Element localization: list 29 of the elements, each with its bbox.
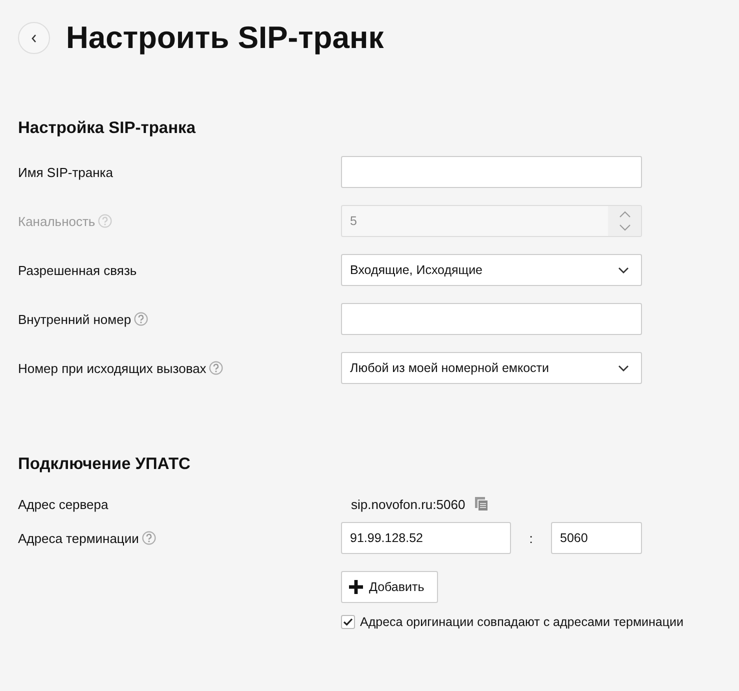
- section-heading: Подключение УПАТС: [18, 454, 192, 474]
- dropdown[interactable]: Входящие, Исходящие: [341, 254, 642, 286]
- port-separator: :: [528, 530, 534, 546]
- text-field[interactable]: [341, 303, 642, 335]
- field-label: Имя SIP-транка: [18, 164, 114, 180]
- field-label: Канальность: [18, 214, 96, 228]
- host-field[interactable]: 91.99.128.52: [341, 522, 511, 554]
- server-address: sip.novofon.ru:5060: [351, 496, 466, 512]
- checkbox[interactable]: [341, 615, 355, 629]
- field-label: Разрешенная связь: [18, 262, 137, 278]
- add-button[interactable]: Добавить: [341, 571, 438, 603]
- field-label: Адреса терминации: [18, 530, 139, 546]
- section-heading: Настройка SIP-транка: [18, 118, 197, 138]
- page-title: Настроить SIP-транк: [66, 20, 384, 56]
- dropdown[interactable]: Любой из моей номерной емкости: [341, 352, 642, 384]
- field-label: Номер при исходящих вызовах: [18, 360, 206, 376]
- help-icon[interactable]: [209, 361, 224, 375]
- checkbox-label: Адреса оригинации совпадают с адресами терминации: [360, 615, 684, 629]
- text-field[interactable]: [341, 156, 642, 188]
- chevron-down-icon: [618, 364, 629, 372]
- plus-icon: [349, 580, 363, 594]
- copy-icon[interactable]: [475, 496, 490, 512]
- port-field[interactable]: 5060: [551, 522, 642, 554]
- help-icon[interactable]: [134, 312, 148, 326]
- help-icon[interactable]: [142, 531, 156, 545]
- field-label: Адрес сервера: [18, 496, 108, 512]
- chevron-down-icon: [618, 266, 629, 274]
- chevron-left-icon: [31, 34, 37, 42]
- field-label: Внутренний номер: [18, 312, 132, 326]
